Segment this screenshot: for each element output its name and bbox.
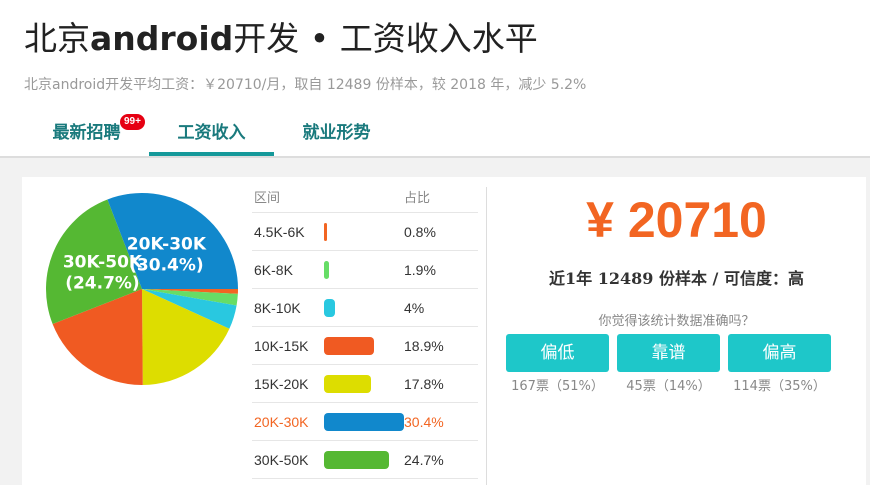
range-label: 15K-20K [254, 375, 309, 392]
range-label: 8K-10K [254, 299, 301, 316]
vote-accurate-count: 45票（14%） [626, 379, 711, 394]
percent-label: 0.8% [404, 223, 436, 240]
vote-low-button[interactable]: 偏低 [506, 334, 609, 372]
new-jobs-badge: 99+ [120, 114, 145, 130]
tab-employment[interactable]: 就业形势 [274, 114, 399, 156]
accuracy-question: 你觉得该统计数据准确吗？ [598, 314, 755, 329]
tab-latest-jobs[interactable]: 最新招聘 99+ [24, 114, 149, 156]
vote-low-count: 167票（51%） [511, 379, 604, 394]
tab-label: 最新招聘 [52, 123, 121, 143]
tab-bar: 最新招聘 99+ 工资收入 就业形势 [24, 114, 399, 158]
table-row: 30K-50K 24.7% [252, 441, 478, 479]
table-row: 4.5K-6K 0.8% [252, 213, 478, 251]
table-row: 8K-10K 4% [252, 289, 478, 327]
salary-summary: ¥ 20710 近1年 12489 份样本 / 可信度：高 你觉得该统计数据准确… [487, 177, 866, 485]
header-divider [0, 156, 870, 158]
percent-label: 18.9% [404, 337, 444, 354]
percent-label: 4% [404, 299, 425, 316]
title-city: 北京 [24, 19, 90, 58]
title-keyword: android [90, 19, 234, 58]
percent-label: 17.8% [404, 375, 444, 392]
vote-high-count: 114票（35%） [733, 379, 826, 394]
salary-panel: 20K-30K (30.4%) 30K-50K (24.7%) 区间 占比 4.5K-… [22, 177, 866, 485]
title-suffix: 开发 • 工资收入水平 [233, 19, 538, 58]
tab-salary[interactable]: 工资收入 [149, 114, 274, 156]
vote-high-button[interactable]: 偏高 [728, 334, 831, 372]
salary-pie-chart: 20K-30K(30.4%)30K-50K(24.7%) [45, 193, 238, 385]
distribution-bar [324, 222, 327, 241]
page-title: 北京android开发 • 工资收入水平 [24, 12, 538, 60]
distribution-bar [324, 450, 389, 469]
table-row: 6K-8K 1.9% [252, 251, 478, 289]
range-label: 4.5K-6K [254, 223, 305, 240]
table-row: 10K-15K 18.9% [252, 327, 478, 365]
sample-info: 近1年 12489 份样本 / 可信度：高 [549, 269, 804, 288]
tab-label: 就业形势 [302, 123, 371, 143]
page-subtitle: 北京android开发平均工资：￥20710/月，取自 12489 份样本，较 … [24, 77, 587, 93]
percent-label: 24.7% [404, 451, 444, 468]
percent-label: 30.4% [404, 413, 444, 430]
pie-label: 20K-30K [127, 234, 207, 254]
table-header: 区间 占比 [252, 181, 478, 213]
percent-label: 1.9% [404, 261, 436, 278]
range-label: 20K-30K [254, 413, 309, 430]
table-row: 15K-20K 17.8% [252, 365, 478, 403]
table-row: 20K-30K 30.4% [252, 403, 478, 441]
range-label: 10K-15K [254, 337, 309, 354]
range-label: 6K-8K [254, 261, 293, 278]
distribution-bar [324, 412, 404, 431]
average-salary: ¥ 20710 [586, 192, 767, 248]
pie-label: 30K-50K [63, 253, 143, 273]
header-range: 区间 [254, 190, 281, 205]
page-header: 北京android开发 • 工资收入水平 北京android开发平均工资：￥20… [0, 0, 870, 158]
header-percent: 占比 [404, 190, 431, 205]
distribution-bar [324, 260, 329, 279]
distribution-bar [324, 298, 335, 317]
range-label: 30K-50K [254, 451, 309, 468]
pie-label: (24.7%) [65, 274, 140, 294]
vote-accurate-button[interactable]: 靠谱 [617, 334, 720, 372]
salary-distribution-table: 区间 占比 4.5K-6K 0.8% 6K-8K 1.9% 8K-10K 4% 10K-15… [252, 181, 478, 479]
tab-label: 工资收入 [177, 123, 246, 143]
distribution-bar [324, 374, 371, 393]
distribution-bar [324, 336, 374, 355]
